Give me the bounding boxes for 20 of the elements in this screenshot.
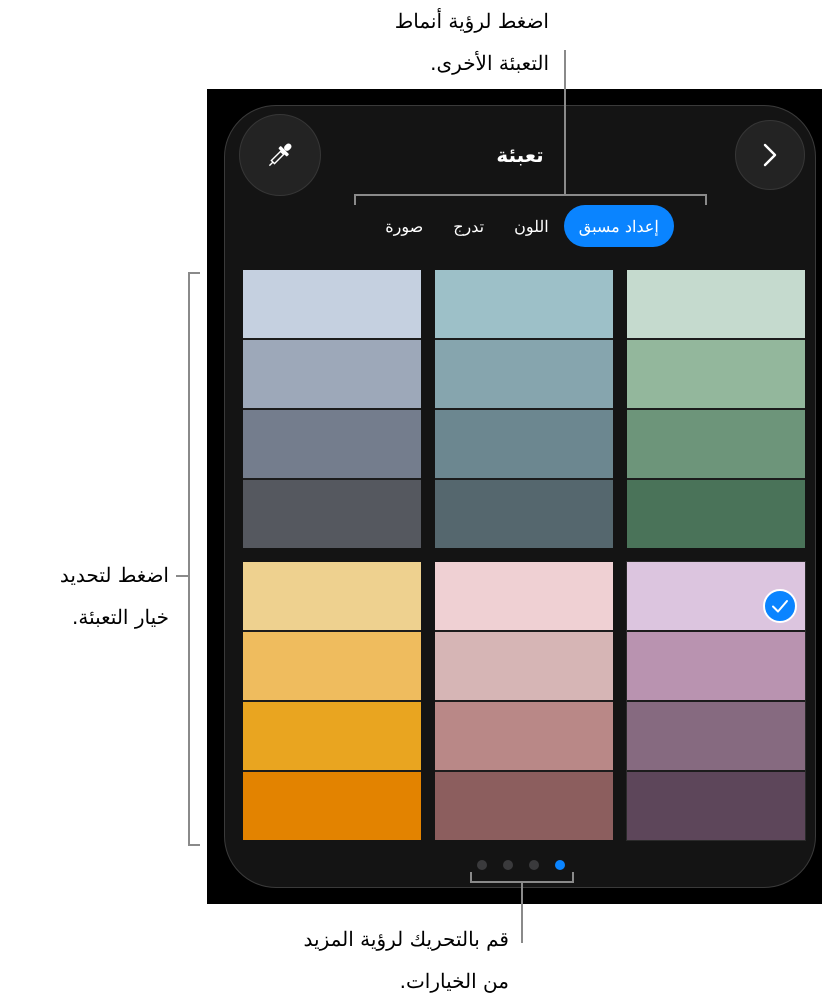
- color-preset[interactable]: [627, 270, 805, 548]
- fill-tab[interactable]: إعداد مسبق: [564, 205, 674, 247]
- fill-tab[interactable]: اللون: [499, 205, 564, 247]
- page-dot[interactable]: [555, 860, 565, 870]
- callout-text: اضغط لتحديد خيار التعبئة.: [60, 562, 169, 631]
- chevron-right-icon: [763, 143, 777, 167]
- color-preset[interactable]: [435, 562, 613, 840]
- checkmark-icon: [763, 589, 797, 623]
- fill-tab[interactable]: تدرج: [438, 205, 500, 247]
- fill-tab[interactable]: صورة: [370, 205, 438, 247]
- color-preset[interactable]: [627, 562, 805, 840]
- callout-text: قم بالتحريك لرؤية المزيد من الخيارات.: [304, 926, 509, 995]
- page-dot[interactable]: [503, 860, 513, 870]
- page-dot[interactable]: [477, 860, 487, 870]
- color-preset[interactable]: [243, 270, 421, 548]
- color-preset[interactable]: [243, 562, 421, 840]
- color-preset[interactable]: [435, 270, 613, 548]
- page-dot[interactable]: [529, 860, 539, 870]
- panel-title: تعبئة: [496, 143, 544, 167]
- callout-text: اضغط لرؤية أنماط التعبئة الأخرى.: [394, 7, 549, 77]
